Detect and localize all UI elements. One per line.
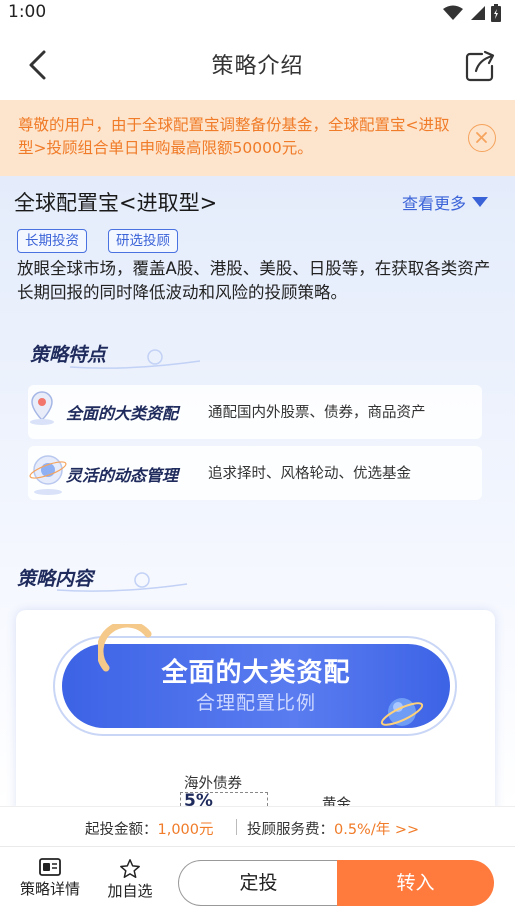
triangle-down-icon bbox=[472, 197, 489, 207]
star-icon bbox=[120, 859, 140, 878]
planet-icon bbox=[29, 455, 67, 495]
notice-text: 尊敬的用户，由于全球配置宝调整备份基金，全球配置宝<进取型>投顾组合单日申购最高… bbox=[18, 116, 450, 157]
wifi-icon bbox=[443, 5, 463, 20]
min-investment: 起投金额：1,000元 bbox=[85, 818, 214, 839]
page-title: 策略介绍 bbox=[211, 54, 304, 79]
min-investment-value: 1,000元 bbox=[157, 822, 214, 838]
min-investment-label: 起投金额： bbox=[85, 822, 158, 838]
planet-icon bbox=[380, 698, 424, 726]
feature-desc-dynamic: 追求择时、风格轮动、优选基金 bbox=[208, 466, 411, 482]
notice-close-button[interactable] bbox=[468, 124, 496, 152]
feature-name-allocation: 全面的大类资配 bbox=[66, 404, 179, 423]
nav-bar: 策略介绍 bbox=[0, 28, 515, 100]
tag-long-term: 长期投资 bbox=[17, 229, 87, 253]
notice-banner: 尊敬的用户，由于全球配置宝调整备份基金，全球配置宝<进取型>投顾组合单日申购最高… bbox=[0, 100, 515, 176]
info-divider bbox=[236, 819, 237, 835]
fixed-investment-button[interactable]: 定投 bbox=[178, 860, 338, 906]
pill-title: 全面的大类资配 bbox=[161, 658, 351, 688]
chart-label-overseas-bonds: 海外债券 bbox=[184, 776, 242, 792]
chart-value-overseas-bonds: 5% bbox=[184, 791, 213, 806]
transfer-in-button[interactable]: 转入 bbox=[337, 860, 494, 906]
chart-label-gold: 黄金 bbox=[322, 797, 351, 806]
tab-strategy-detail-label: 策略详情 bbox=[19, 880, 80, 898]
share-button[interactable] bbox=[462, 48, 498, 84]
fund-name: 全球配置宝<进取型> bbox=[14, 191, 218, 215]
status-bar bbox=[0, 0, 515, 28]
status-time: 1:00 bbox=[8, 2, 47, 22]
service-fee-value: 0.5%/年 >> bbox=[334, 822, 420, 838]
tab-strategy-detail[interactable]: 策略详情 bbox=[15, 858, 85, 899]
tab-add-favorite[interactable]: 加自选 bbox=[95, 858, 165, 901]
signal-icon bbox=[471, 6, 485, 20]
detail-card-icon bbox=[39, 858, 61, 876]
status-icons bbox=[443, 4, 501, 22]
service-fee-label: 投顾服务费： bbox=[247, 822, 334, 838]
map-pin-icon bbox=[30, 391, 54, 425]
tab-add-favorite-label: 加自选 bbox=[107, 882, 153, 900]
view-more-label: 查看更多 bbox=[402, 194, 467, 213]
battery-icon bbox=[491, 4, 501, 22]
tag-research: 研选投顾 bbox=[108, 229, 178, 253]
title-swoosh-decoration bbox=[56, 572, 188, 592]
title-swoosh-decoration bbox=[69, 349, 201, 369]
view-more-link[interactable]: 查看更多 bbox=[402, 190, 489, 214]
share-icon bbox=[465, 50, 495, 82]
feature-name-dynamic: 灵活的动态管理 bbox=[66, 466, 179, 485]
close-icon bbox=[476, 132, 487, 143]
service-fee-link[interactable]: 投顾服务费：0.5%/年 >> bbox=[247, 818, 419, 839]
feature-desc-allocation: 通配国内外股票、债券，商品资产 bbox=[208, 405, 426, 421]
fund-intro: 放眼全球市场，覆盖A股、港股、美股、日股等，在获取各类资产长期回报的同时降低波动… bbox=[17, 259, 491, 302]
